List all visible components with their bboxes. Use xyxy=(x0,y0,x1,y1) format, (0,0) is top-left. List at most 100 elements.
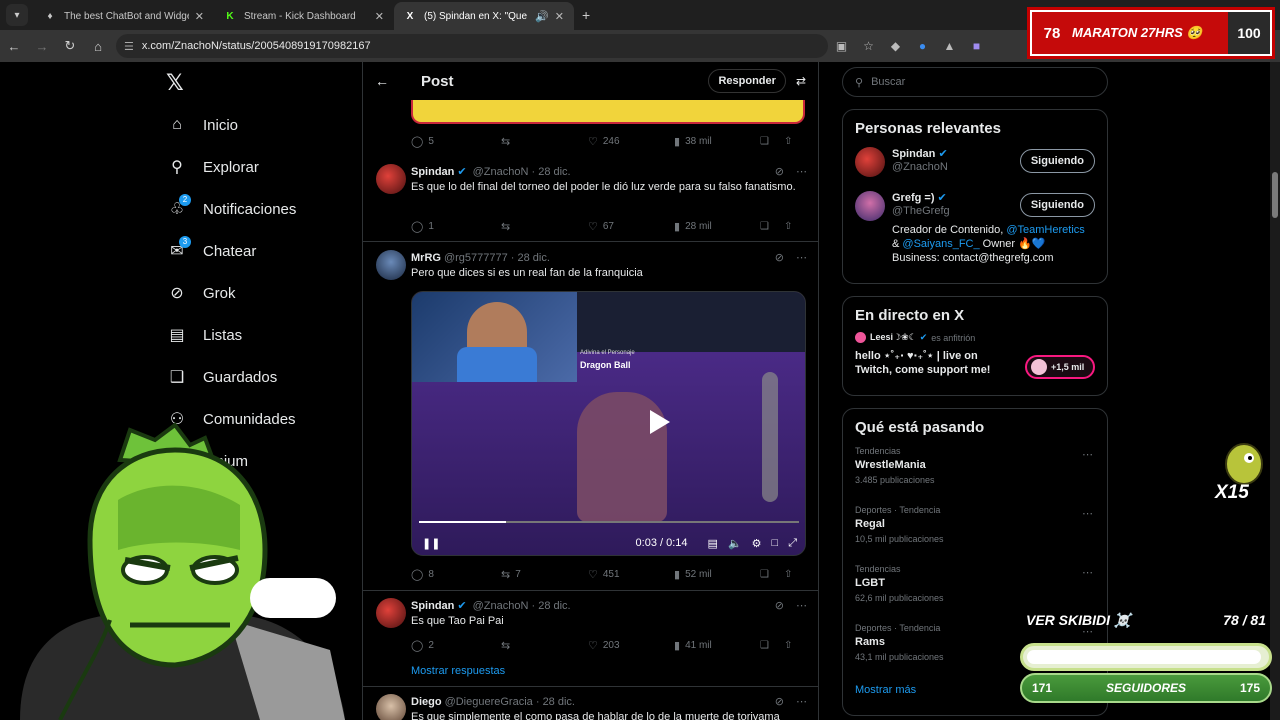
play-icon[interactable] xyxy=(650,410,670,434)
volume-icon[interactable]: 🔈 xyxy=(728,537,742,550)
nav-item-grok[interactable]: ⊘ Grok xyxy=(166,272,296,314)
grok-icon[interactable]: ⊘ xyxy=(775,599,784,612)
share-icon[interactable]: ⇧ xyxy=(784,640,792,651)
scrollbar-thumb[interactable] xyxy=(1272,172,1278,218)
author-name[interactable]: Spindan xyxy=(411,600,454,612)
bookmark-icon[interactable]: ❑ xyxy=(760,569,784,580)
retweet-action[interactable]: ⇆ xyxy=(501,639,588,652)
forward-arrow-icon[interactable]: → xyxy=(28,39,56,54)
browser-tab[interactable]: ♦ The best ChatBot and Widgets ✕ xyxy=(34,2,214,30)
retweet-action[interactable]: ⇆ xyxy=(501,135,588,148)
more-icon[interactable]: ⋯ xyxy=(1082,566,1093,579)
grok-icon[interactable]: ⊘ xyxy=(775,165,784,178)
bookmark-star-icon[interactable]: ☆ xyxy=(855,39,882,53)
extension-icon[interactable]: ◆ xyxy=(882,39,909,53)
person-row[interactable]: Grefg =) ✔ @TheGrefg Siguiendo xyxy=(843,187,1107,223)
show-replies-link[interactable]: Mostrar respuestas xyxy=(411,665,505,677)
avatar[interactable] xyxy=(855,147,885,177)
fullscreen-icon[interactable]: ⤢ xyxy=(788,537,797,550)
avatar[interactable] xyxy=(376,694,406,720)
share-icon[interactable]: ⇧ xyxy=(784,136,792,147)
following-button[interactable]: Siguiendo xyxy=(1019,193,1095,217)
site-settings-icon[interactable]: ☰ xyxy=(124,40,134,53)
tab-close-icon[interactable]: ✕ xyxy=(555,10,564,23)
reload-icon[interactable]: ↻ xyxy=(56,38,84,54)
reply-action[interactable]: ◯ 8 xyxy=(411,568,501,581)
views-action[interactable]: ▮ 28 mil xyxy=(674,220,760,233)
retweet-action[interactable]: ⇆ 7 xyxy=(501,568,588,581)
like-action[interactable]: ♡ 67 xyxy=(588,220,674,233)
video-player[interactable]: Adivina el Personaje Dragon Ball ❚❚ 0:03… xyxy=(411,291,806,556)
tab-audio-icon[interactable]: 🔊 xyxy=(535,10,549,23)
browser-tab[interactable]: K Stream - Kick Dashboard ✕ xyxy=(214,2,394,30)
more-icon[interactable]: ⋯ xyxy=(796,251,807,264)
reply-action[interactable]: ◯ 5 xyxy=(411,135,501,148)
tab-search-icon[interactable]: ▾ xyxy=(6,4,28,26)
reply-action[interactable]: ◯ 1 xyxy=(411,220,501,233)
search-input[interactable]: ⚲ Buscar xyxy=(842,67,1108,97)
back-arrow-icon[interactable]: ← xyxy=(375,73,421,89)
like-action[interactable]: ♡ 246 xyxy=(588,135,674,148)
back-arrow-icon[interactable]: ← xyxy=(0,39,28,54)
more-icon[interactable]: ⋯ xyxy=(796,165,807,178)
nav-item-inicio[interactable]: ⌂ Inicio xyxy=(166,104,296,146)
filter-icon[interactable]: ⇄ xyxy=(796,74,806,88)
grok-icon[interactable]: ⊘ xyxy=(775,251,784,264)
bookmark-icon[interactable]: ❑ xyxy=(760,221,784,232)
like-action[interactable]: ♡ 451 xyxy=(588,568,674,581)
nav-item-listas[interactable]: ▤ Listas xyxy=(166,314,296,356)
share-icon[interactable]: ⇧ xyxy=(784,221,792,232)
author-name[interactable]: Diego xyxy=(411,696,442,708)
nav-item-chatear[interactable]: ✉ 3 Chatear xyxy=(166,230,296,272)
nav-item-notificaciones[interactable]: ♧ 2 Notificaciones xyxy=(166,188,296,230)
live-title[interactable]: hello ⋆˚₊‧ ♥‧₊˚⋆ | live on Twitch, come … xyxy=(843,345,1023,387)
nav-item-guardados[interactable]: ❑ Guardados xyxy=(166,356,296,398)
pip-icon[interactable]: □ xyxy=(772,537,779,549)
extension-icon[interactable]: ■ xyxy=(963,39,990,53)
avatar[interactable] xyxy=(855,191,885,221)
views-action[interactable]: ▮ 41 mil xyxy=(674,639,760,652)
reply-action[interactable]: ◯ 2 xyxy=(411,639,501,652)
nav-item-explorar[interactable]: ⚲ Explorar xyxy=(166,146,296,188)
bookmark-icon[interactable]: ❑ xyxy=(760,136,784,147)
grok-icon[interactable]: ⊘ xyxy=(775,695,784,708)
page-scrollbar[interactable] xyxy=(1270,62,1280,720)
trend-item[interactable]: Deportes · Tendencia Regal 10,5 mil publ… xyxy=(843,501,1107,560)
install-icon[interactable]: ▣ xyxy=(828,39,855,53)
following-button[interactable]: Siguiendo xyxy=(1019,149,1095,173)
like-action[interactable]: ♡ 203 xyxy=(588,639,674,652)
pause-icon[interactable]: ❚❚ xyxy=(422,537,440,550)
reply-button[interactable]: Responder xyxy=(708,69,786,93)
url-field[interactable]: ☰ x.com/ZnachoN/status/20054089191709821… xyxy=(116,34,828,58)
settings-icon[interactable]: ⚙ xyxy=(752,537,762,550)
person-row[interactable]: Spindan ✔ @ZnachoN Siguiendo xyxy=(843,143,1107,187)
extension-icon[interactable]: ● xyxy=(909,39,936,53)
more-icon[interactable]: ⋯ xyxy=(796,599,807,612)
new-tab-icon[interactable]: + xyxy=(582,7,590,23)
more-icon[interactable]: ⋯ xyxy=(1082,507,1093,520)
author-name[interactable]: Spindan xyxy=(411,166,454,178)
bio-link[interactable]: @Saiyans_FC_ xyxy=(902,238,979,250)
extension-icon[interactable]: ▲ xyxy=(936,39,963,53)
live-listeners-pill[interactable]: +1,5 mil xyxy=(1025,355,1095,379)
trend-item[interactable]: Tendencias LGBT 62,6 mil publicaciones ⋯ xyxy=(843,560,1107,619)
views-action[interactable]: ▮ 38 mil xyxy=(674,135,760,148)
trend-item[interactable]: Tendencias WrestleMania 3.485 publicacio… xyxy=(843,442,1107,501)
avatar[interactable] xyxy=(376,598,406,628)
browser-tab-active[interactable]: X (5) Spindan en X: "Que siga 🔊 ✕ xyxy=(394,2,574,30)
live-host[interactable]: Leesi☽❀☾ ✔ es anfitrión xyxy=(843,330,1107,345)
tab-close-icon[interactable]: ✕ xyxy=(375,10,384,23)
tweet-image[interactable] xyxy=(411,100,805,124)
video-progress-bar[interactable] xyxy=(419,521,799,523)
tab-close-icon[interactable]: ✕ xyxy=(195,10,204,23)
x-logo-icon[interactable]: 𝕏 xyxy=(166,70,184,96)
more-icon[interactable]: ⋯ xyxy=(1082,448,1093,461)
retweet-action[interactable]: ⇆ xyxy=(501,220,588,233)
bio-link[interactable]: @TeamHeretics xyxy=(1006,224,1084,236)
share-icon[interactable]: ⇧ xyxy=(784,569,792,580)
avatar[interactable] xyxy=(376,250,406,280)
home-browser-icon[interactable]: ⌂ xyxy=(84,39,112,54)
bookmark-icon[interactable]: ❑ xyxy=(760,640,784,651)
captions-icon[interactable]: ▤ xyxy=(708,537,718,550)
views-action[interactable]: ▮ 52 mil xyxy=(674,568,760,581)
